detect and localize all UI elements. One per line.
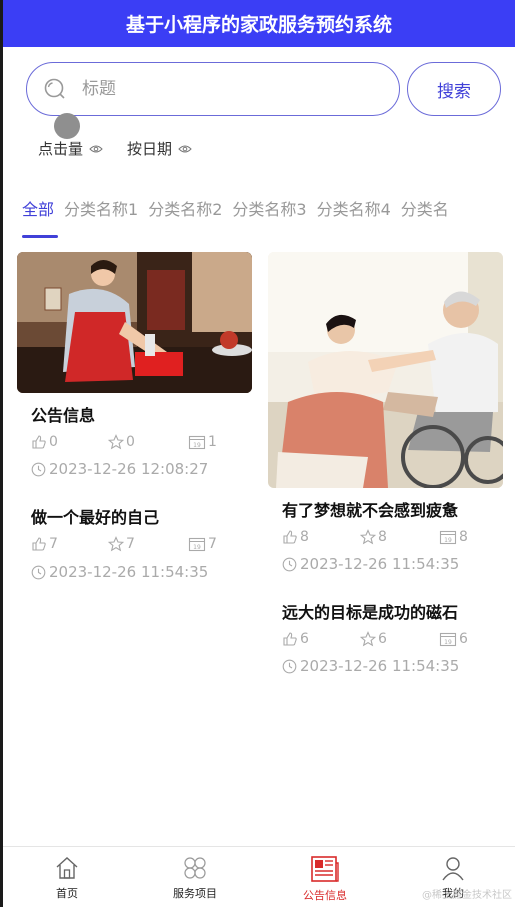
star-icon xyxy=(360,529,376,545)
card-date-value: 2023-12-26 11:54:35 xyxy=(300,555,460,573)
left-edge-border xyxy=(0,0,3,907)
category-tabs: 全部 分类名称1 分类名称2 分类名称3 分类名称4 分类名 xyxy=(22,196,459,220)
app-header: 基于小程序的家政服务预约系统 xyxy=(3,0,515,47)
card-image[interactable] xyxy=(17,252,252,393)
tabbar-item-announcements[interactable]: 公告信息 xyxy=(285,855,365,903)
like-count[interactable]: 7 xyxy=(31,536,58,552)
card-title[interactable]: 有了梦想就不会感到疲惫 xyxy=(282,497,458,521)
grid-icon xyxy=(184,857,206,879)
card-date-value: 2023-12-26 11:54:35 xyxy=(300,657,460,675)
calendar-icon: 19 xyxy=(439,632,457,647)
watermark: @稀土掘金技术社区 xyxy=(422,890,512,901)
favorite-count-value: 0 xyxy=(126,434,135,450)
view-count: 19 7 xyxy=(188,536,217,552)
like-count-value: 0 xyxy=(49,434,58,450)
like-count[interactable]: 6 xyxy=(282,631,309,647)
sort-by-date[interactable]: 按日期 xyxy=(127,138,192,159)
tabbar-label: 公告信息 xyxy=(303,889,347,902)
view-count-value: 8 xyxy=(459,529,468,545)
favorite-count[interactable]: 6 xyxy=(360,631,387,647)
sort-by-date-label: 按日期 xyxy=(127,140,173,158)
tabbar-label: 首页 xyxy=(56,887,78,900)
user-icon xyxy=(442,857,464,881)
favorite-count-value: 7 xyxy=(126,536,135,552)
card-date: 2023-12-26 11:54:35 xyxy=(282,555,459,573)
eye-icon xyxy=(178,144,192,154)
eye-icon xyxy=(89,144,103,154)
tabbar-item-home[interactable]: 首页 xyxy=(27,855,107,901)
star-icon xyxy=(108,536,124,552)
like-count-value: 7 xyxy=(49,536,58,552)
clock-icon xyxy=(31,565,46,579)
tab-category-1[interactable]: 分类名称1 xyxy=(64,196,138,220)
home-icon xyxy=(56,857,78,879)
star-icon xyxy=(108,434,124,450)
like-count[interactable]: 0 xyxy=(31,434,58,450)
favorite-count-value: 8 xyxy=(378,529,387,545)
search-button[interactable]: 搜索 xyxy=(407,62,501,116)
calendar-icon: 19 xyxy=(188,435,206,450)
newspaper-icon xyxy=(311,856,339,882)
calendar-icon: 19 xyxy=(439,530,457,545)
view-count-value: 7 xyxy=(208,536,217,552)
svg-text:19: 19 xyxy=(193,442,201,449)
favorite-count[interactable]: 8 xyxy=(360,529,387,545)
card-date-value: 2023-12-26 11:54:35 xyxy=(49,563,209,581)
card-image[interactable] xyxy=(268,252,503,488)
view-count: 19 8 xyxy=(439,529,468,545)
like-count-value: 6 xyxy=(300,631,309,647)
card-date: 2023-12-26 11:54:35 xyxy=(282,657,459,675)
card-date: 2023-12-26 12:08:27 xyxy=(31,460,208,478)
search-icon xyxy=(42,76,68,102)
search-input[interactable] xyxy=(82,79,362,99)
favorite-count[interactable]: 7 xyxy=(108,536,135,552)
sort-by-clicks[interactable]: 点击量 xyxy=(38,138,103,159)
page-title: 基于小程序的家政服务预约系统 xyxy=(125,14,392,36)
like-count[interactable]: 8 xyxy=(282,529,309,545)
tabbar-label: 服务项目 xyxy=(173,887,217,900)
view-count: 19 1 xyxy=(188,434,217,450)
star-icon xyxy=(360,631,376,647)
svg-text:19: 19 xyxy=(444,537,452,544)
thumbs-up-icon xyxy=(283,530,297,544)
card-title[interactable]: 远大的目标是成功的磁石 xyxy=(282,599,458,623)
like-count-value: 8 xyxy=(300,529,309,545)
clock-icon xyxy=(31,462,46,476)
search-bar[interactable] xyxy=(26,62,400,116)
view-count: 19 6 xyxy=(439,631,468,647)
card-date-value: 2023-12-26 12:08:27 xyxy=(49,460,209,478)
active-tab-indicator xyxy=(22,235,58,238)
tab-category-2[interactable]: 分类名称2 xyxy=(148,196,222,220)
tab-category-5[interactable]: 分类名 xyxy=(401,196,449,220)
tab-category-4[interactable]: 分类名称4 xyxy=(317,196,391,220)
tabbar-item-services[interactable]: 服务项目 xyxy=(155,855,235,901)
favorite-count-value: 6 xyxy=(378,631,387,647)
thumbs-up-icon xyxy=(283,632,297,646)
sort-by-clicks-label: 点击量 xyxy=(38,140,84,158)
tab-all[interactable]: 全部 xyxy=(22,196,54,220)
thumbs-up-icon xyxy=(32,537,46,551)
tab-category-3[interactable]: 分类名称3 xyxy=(232,196,306,220)
view-count-value: 1 xyxy=(208,434,217,450)
svg-text:19: 19 xyxy=(444,639,452,646)
card-title[interactable]: 做一个最好的自己 xyxy=(31,504,159,528)
touch-indicator xyxy=(54,113,80,139)
svg-text:19: 19 xyxy=(193,544,201,551)
clock-icon xyxy=(282,659,297,673)
bottom-tab-bar: 首页 服务项目 公告信息 我的 @稀土掘金技术社区 xyxy=(3,846,515,907)
view-count-value: 6 xyxy=(459,631,468,647)
card-title[interactable]: 公告信息 xyxy=(31,402,95,426)
favorite-count[interactable]: 0 xyxy=(108,434,135,450)
clock-icon xyxy=(282,557,297,571)
thumbs-up-icon xyxy=(32,435,46,449)
card-date: 2023-12-26 11:54:35 xyxy=(31,563,208,581)
calendar-icon: 19 xyxy=(188,537,206,552)
